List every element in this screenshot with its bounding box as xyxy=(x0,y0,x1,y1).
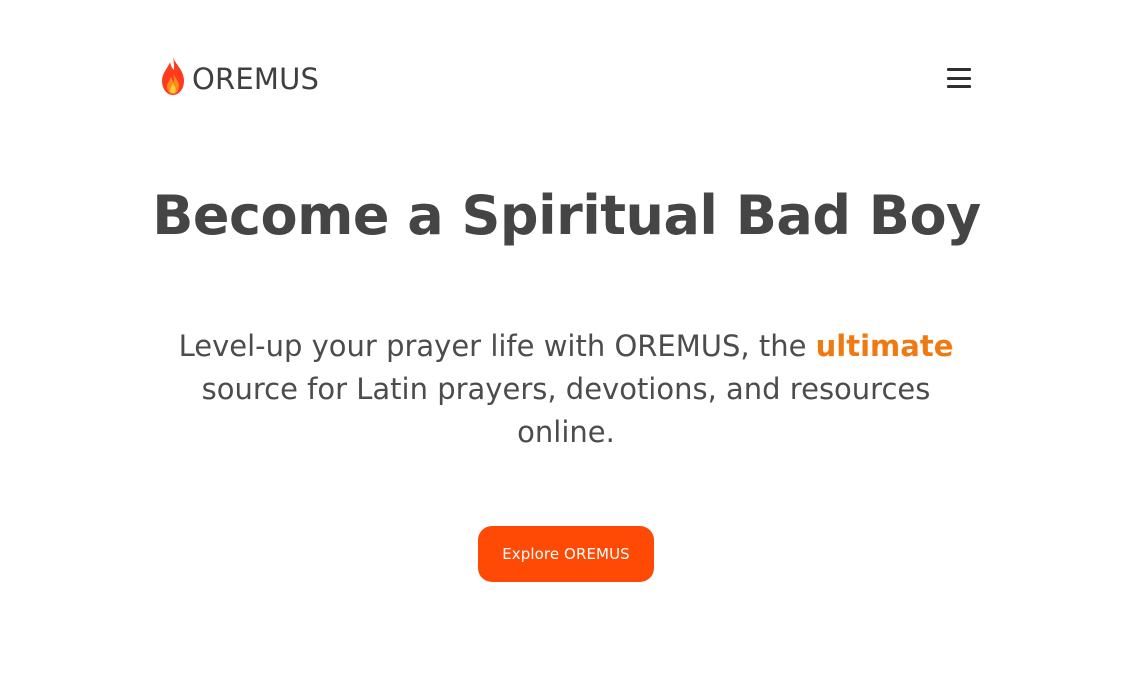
explore-oremus-button[interactable]: Explore OREMUS xyxy=(478,526,654,582)
brand-name: OREMUS xyxy=(192,62,320,96)
hero-subtitle-tail: source for Latin prayers, devotions, and… xyxy=(201,372,931,449)
hero-subtitle-accent: ultimate xyxy=(815,329,954,363)
hero-subtitle: Level-up your prayer life with OREMUS, t… xyxy=(166,325,966,454)
menu-bar-bottom xyxy=(947,85,971,88)
landing-page: OREMUS Become a Spiritual Bad Boy Level-… xyxy=(0,0,1133,693)
hero-subtitle-lead: Level-up your prayer life with OREMUS, t… xyxy=(178,329,816,363)
brand-link[interactable]: OREMUS xyxy=(159,52,319,100)
hero-title: Become a Spiritual Bad Boy xyxy=(152,184,981,247)
site-header: OREMUS xyxy=(159,52,973,100)
flame-icon xyxy=(162,57,184,95)
menu-bar-top xyxy=(947,68,971,71)
menu-bar-middle xyxy=(947,76,971,80)
hamburger-menu-icon[interactable] xyxy=(945,67,973,89)
